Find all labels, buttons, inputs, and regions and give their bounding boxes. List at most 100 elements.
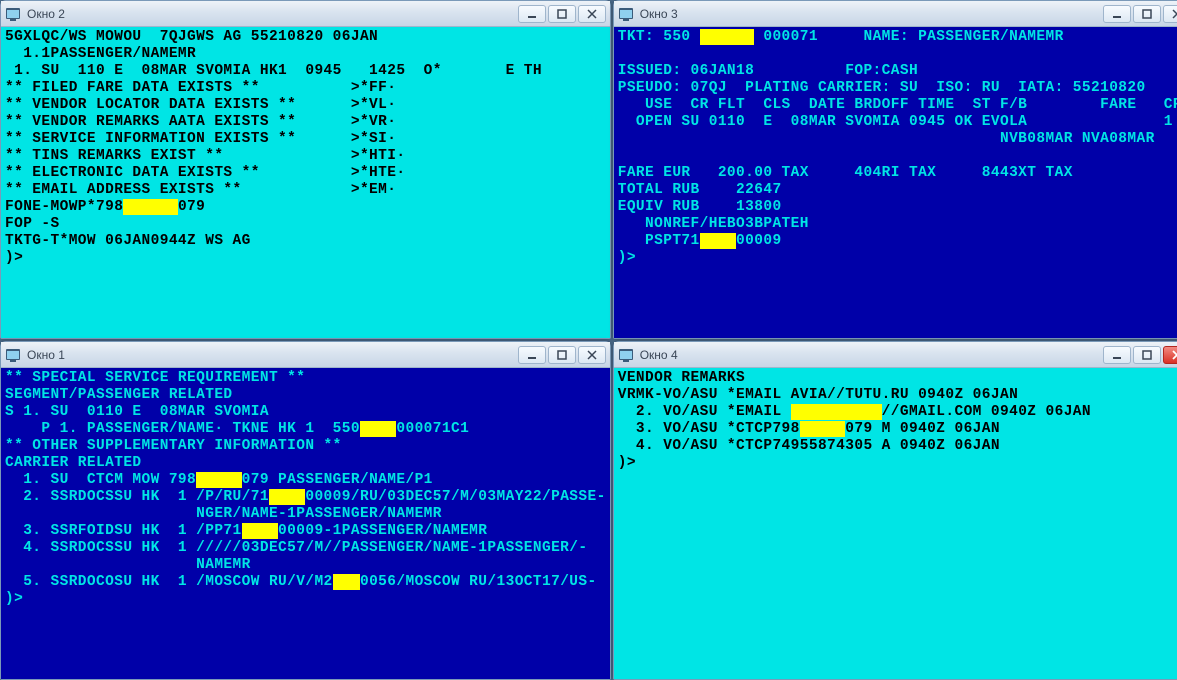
close-button[interactable] xyxy=(578,5,606,23)
maximize-icon xyxy=(557,350,567,360)
maximize-button[interactable] xyxy=(548,346,576,364)
term-line: )> xyxy=(5,250,606,267)
term-line: 2. SSRDOCSSU HK 1 /P/RU/71 00009/RU/03DE… xyxy=(5,489,606,506)
term-line: ** EMAIL ADDRESS EXISTS ** >*EM· xyxy=(5,182,606,199)
maximize-button[interactable] xyxy=(1133,346,1161,364)
close-icon xyxy=(1172,350,1177,360)
term-line: VENDOR REMARKS xyxy=(618,370,1177,387)
terminal-w3[interactable]: TKT: 550 000071 NAME: PASSENGER/NAMEMR I… xyxy=(614,27,1177,338)
close-icon xyxy=(1172,9,1177,19)
term-line: ** TINS REMARKS EXIST ** >*HTI· xyxy=(5,148,606,165)
term-line: )> xyxy=(618,455,1177,472)
redacted xyxy=(800,421,846,437)
term-line: TKTG-T*MOW 06JAN0944Z WS AG xyxy=(5,233,606,250)
window-4: Окно 4 VENDOR REMARKSVRMK-VO/ASU *EMAIL … xyxy=(613,341,1177,680)
minimize-button[interactable] xyxy=(1103,346,1131,364)
term-line: CARRIER RELATED xyxy=(5,455,606,472)
term-line xyxy=(618,148,1177,165)
window-title: Окно 3 xyxy=(640,7,678,21)
term-line: NVB08MAR NVA08MAR xyxy=(618,131,1177,148)
maximize-icon xyxy=(1142,350,1152,360)
close-button[interactable] xyxy=(1163,5,1177,23)
maximize-button[interactable] xyxy=(548,5,576,23)
redacted xyxy=(269,489,305,505)
titlebar-w1[interactable]: Окно 1 xyxy=(1,342,610,368)
term-line: 1. SU 110 E 08MAR SVOMIA HK1 0945 1425 O… xyxy=(5,63,606,80)
titlebar-w2[interactable]: Окно 2 xyxy=(1,1,610,27)
window-controls xyxy=(518,5,606,23)
term-line: ** SPECIAL SERVICE REQUIREMENT ** xyxy=(5,370,606,387)
term-line: ** ELECTRONIC DATA EXISTS ** >*HTE· xyxy=(5,165,606,182)
term-line: EQUIV RUB 13800 xyxy=(618,199,1177,216)
window-controls xyxy=(518,346,606,364)
term-line: FOP -S xyxy=(5,216,606,233)
titlebar-w3[interactable]: Окно 3 xyxy=(614,1,1177,27)
term-line: 4. SSRDOCSSU HK 1 /////03DEC57/M//PASSEN… xyxy=(5,540,606,557)
term-line: 5GXLQC/WS MOWOU 7QJGWS AG 55210820 06JAN xyxy=(5,29,606,46)
terminal-w1[interactable]: ** SPECIAL SERVICE REQUIREMENT **SEGMENT… xyxy=(1,368,610,679)
term-line: 1.1PASSENGER/NAMEMR xyxy=(5,46,606,63)
term-line xyxy=(618,46,1177,63)
term-line: 3. SSRFOIDSU HK 1 /PP71 00009-1PASSENGER… xyxy=(5,523,606,540)
term-line: ** FILED FARE DATA EXISTS ** >*FF· xyxy=(5,80,606,97)
window-3: Окно 3 TKT: 550 000071 NAME: PASSENGER/N… xyxy=(613,0,1177,339)
term-line: OPEN SU 0110 E 08MAR SVOMIA 0945 OK EVOL… xyxy=(618,114,1177,131)
close-icon xyxy=(587,9,597,19)
minimize-button[interactable] xyxy=(1103,5,1131,23)
redacted xyxy=(333,574,360,590)
term-line: PSEUDO: 07QJ PLATING CARRIER: SU ISO: RU… xyxy=(618,80,1177,97)
minimize-icon xyxy=(527,9,537,19)
close-button[interactable] xyxy=(578,346,606,364)
redacted xyxy=(123,199,178,215)
app-icon xyxy=(5,6,21,22)
window-2: Окно 2 5GXLQC/WS MOWOU 7QJGWS AG 5521082… xyxy=(0,0,611,339)
term-line: 5. SSRDOCOSU HK 1 /MOSCOW RU/V/M2 0056/M… xyxy=(5,574,606,591)
redacted xyxy=(242,523,278,539)
term-line: ** VENDOR REMARKS AATA EXISTS ** >*VR· xyxy=(5,114,606,131)
term-line: NAMEMR xyxy=(5,557,606,574)
term-line: NONREF/HEBO3BPATEH xyxy=(618,216,1177,233)
term-line: ** OTHER SUPPLEMENTARY INFORMATION ** xyxy=(5,438,606,455)
term-line: NGER/NAME-1PASSENGER/NAMEMR xyxy=(5,506,606,523)
app-icon xyxy=(5,347,21,363)
window-title: Окно 4 xyxy=(640,348,678,362)
minimize-button[interactable] xyxy=(518,5,546,23)
term-line: FONE-MOWP*798 079 xyxy=(5,199,606,216)
window-controls xyxy=(1103,346,1177,364)
maximize-button[interactable] xyxy=(1133,5,1161,23)
redacted xyxy=(700,233,736,249)
term-line: ** VENDOR LOCATOR DATA EXISTS ** >*VL· xyxy=(5,97,606,114)
term-line: 3. VO/ASU *CTCP798 079 M 0940Z 06JAN xyxy=(618,421,1177,438)
minimize-icon xyxy=(1112,9,1122,19)
minimize-button[interactable] xyxy=(518,346,546,364)
term-line: PSPT71 00009 xyxy=(618,233,1177,250)
close-icon xyxy=(587,350,597,360)
maximize-icon xyxy=(1142,9,1152,19)
titlebar-w4[interactable]: Окно 4 xyxy=(614,342,1177,368)
term-line: FARE EUR 200.00 TAX 404RI TAX 8443XT TAX xyxy=(618,165,1177,182)
window-controls xyxy=(1103,5,1177,23)
minimize-icon xyxy=(527,350,537,360)
term-line: SEGMENT/PASSENGER RELATED xyxy=(5,387,606,404)
maximize-icon xyxy=(557,9,567,19)
window-1: Окно 1 ** SPECIAL SERVICE REQUIREMENT **… xyxy=(0,341,611,680)
app-icon xyxy=(618,347,634,363)
term-line: ISSUED: 06JAN18 FOP:CASH xyxy=(618,63,1177,80)
term-line: S 1. SU 0110 E 08MAR SVOMIA xyxy=(5,404,606,421)
terminal-w4[interactable]: VENDOR REMARKSVRMK-VO/ASU *EMAIL AVIA//T… xyxy=(614,368,1177,679)
terminal-w2[interactable]: 5GXLQC/WS MOWOU 7QJGWS AG 55210820 06JAN… xyxy=(1,27,610,338)
redacted xyxy=(360,421,396,437)
term-line: )> xyxy=(5,591,606,608)
term-line: P 1. PASSENGER/NAME· TKNE HK 1 550 00007… xyxy=(5,421,606,438)
term-line: 4. VO/ASU *CTCP74955874305 A 0940Z 06JAN xyxy=(618,438,1177,455)
window-title: Окно 2 xyxy=(27,7,65,21)
redacted xyxy=(791,404,882,420)
term-line: USE CR FLT CLS DATE BRDOFF TIME ST F/B F… xyxy=(618,97,1177,114)
app-icon xyxy=(618,6,634,22)
term-line: TKT: 550 000071 NAME: PASSENGER/NAMEMR xyxy=(618,29,1177,46)
term-line: 1. SU CTCM MOW 798 079 PASSENGER/NAME/P1 xyxy=(5,472,606,489)
term-line: )> xyxy=(618,250,1177,267)
redacted xyxy=(700,29,755,45)
close-button[interactable] xyxy=(1163,346,1177,364)
minimize-icon xyxy=(1112,350,1122,360)
